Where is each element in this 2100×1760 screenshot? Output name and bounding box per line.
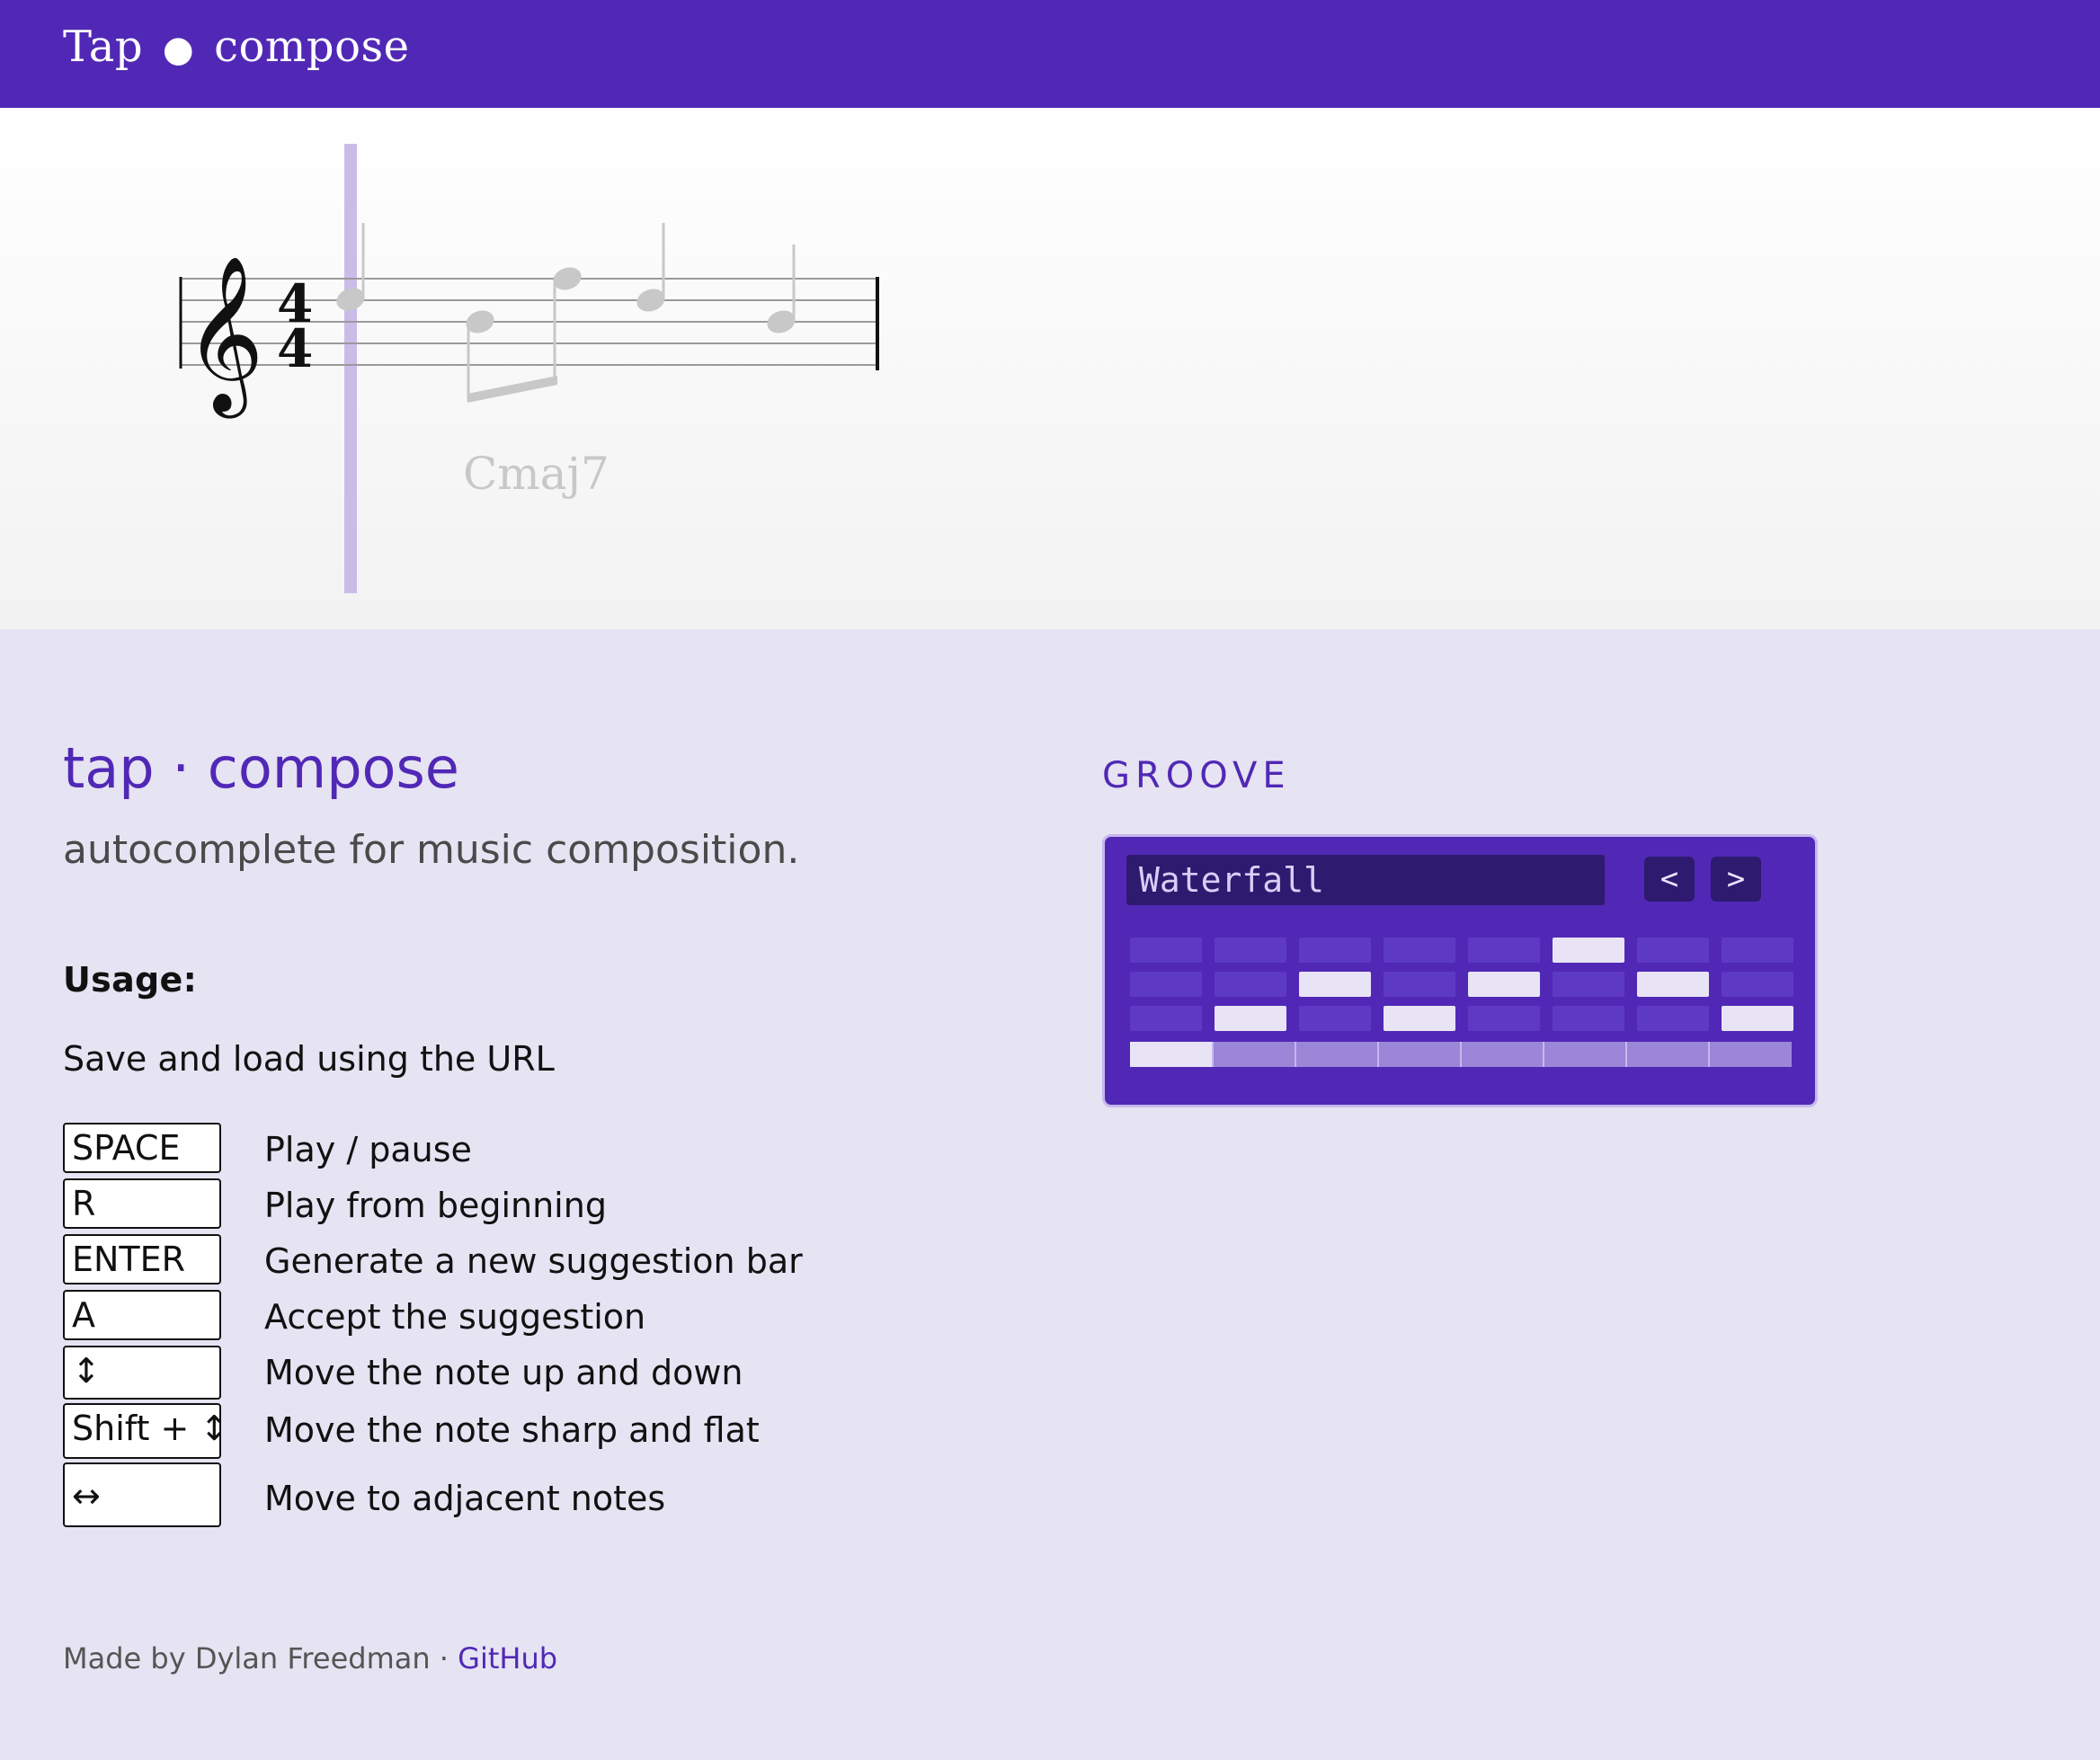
groove-step-off[interactable] bbox=[1215, 972, 1286, 997]
shortcut-desc: Move the note sharp and flat bbox=[264, 1410, 760, 1450]
groove-progress-fill bbox=[1130, 1042, 1213, 1067]
intro: tap · compose autocomplete for music com… bbox=[63, 728, 1007, 879]
groove-heading: GROOVE bbox=[1102, 755, 1291, 796]
groove-step-on[interactable] bbox=[1637, 972, 1709, 997]
time-signature-bottom: 4 bbox=[277, 318, 313, 379]
groove-step-on[interactable] bbox=[1553, 938, 1624, 963]
shortcut-desc: Play / pause bbox=[264, 1130, 472, 1169]
shortcut-desc: Accept the suggestion bbox=[264, 1297, 646, 1337]
groove-step-off[interactable] bbox=[1299, 1006, 1371, 1031]
shortcut-list: SPACE Play / pause R Play from beginning… bbox=[63, 1123, 1007, 1529]
tagline: autocomplete for music composition. bbox=[63, 827, 800, 873]
key-r: R bbox=[63, 1178, 221, 1229]
footer: Made by Dylan Freedman · GitHub bbox=[63, 1641, 557, 1676]
key-space: SPACE bbox=[63, 1123, 221, 1173]
groove-step-off[interactable] bbox=[1722, 938, 1793, 963]
key-a: A bbox=[63, 1290, 221, 1340]
groove-progress-divider bbox=[1377, 1042, 1379, 1067]
groove-step-off[interactable] bbox=[1384, 938, 1455, 963]
groove-progress-divider bbox=[1212, 1042, 1214, 1067]
key-left-right-arrow-icon: ↔ bbox=[63, 1462, 221, 1527]
groove-step-off[interactable] bbox=[1215, 938, 1286, 963]
key-enter: ENTER bbox=[63, 1234, 221, 1284]
key-shift-up-down: Shift + ↕ bbox=[63, 1403, 221, 1459]
suggested-notes[interactable] bbox=[334, 223, 798, 403]
shortcut-row: A Accept the suggestion bbox=[63, 1290, 1007, 1346]
usage-heading: Usage: bbox=[63, 960, 198, 1000]
groove-progress-divider bbox=[1460, 1042, 1462, 1067]
groove-step-off[interactable] bbox=[1130, 938, 1202, 963]
shortcut-row: SPACE Play / pause bbox=[63, 1123, 1007, 1178]
groove-progress-divider bbox=[1295, 1042, 1296, 1067]
shortcut-row: ↔ Move to adjacent notes bbox=[63, 1462, 1007, 1529]
shortcut-desc: Generate a new suggestion bar bbox=[264, 1241, 803, 1281]
groove-step-on[interactable] bbox=[1722, 1006, 1793, 1031]
groove-panel: Waterfall < > bbox=[1102, 834, 1818, 1107]
shortcut-row: ↕ Move the note up and down bbox=[63, 1346, 1007, 1403]
brand-right: compose bbox=[214, 22, 410, 72]
page-title: tap · compose bbox=[63, 735, 459, 801]
shortcut-desc: Move to adjacent notes bbox=[264, 1479, 666, 1518]
shortcut-row: Shift + ↕ Move the note sharp and flat bbox=[63, 1403, 1007, 1462]
groove-step-off[interactable] bbox=[1553, 1006, 1624, 1031]
groove-step-off[interactable] bbox=[1722, 972, 1793, 997]
groove-progress-divider bbox=[1708, 1042, 1710, 1067]
treble-clef-icon: 𝄞 bbox=[184, 255, 264, 419]
beam bbox=[467, 376, 557, 403]
brand-left: Tap bbox=[63, 22, 144, 72]
groove-progress-bar bbox=[1130, 1042, 1792, 1067]
top-bar: Tap ● compose bbox=[0, 0, 2100, 108]
groove-step-off[interactable] bbox=[1299, 938, 1371, 963]
brand-dot-icon: ● bbox=[162, 29, 195, 70]
groove-step-off[interactable] bbox=[1637, 1006, 1709, 1031]
playhead bbox=[344, 144, 357, 593]
groove-progress-divider bbox=[1625, 1042, 1627, 1067]
groove-step-off[interactable] bbox=[1384, 972, 1455, 997]
footer-credit: Made by Dylan Freedman bbox=[63, 1641, 431, 1676]
groove-step-on[interactable] bbox=[1299, 972, 1371, 997]
groove-step-off[interactable] bbox=[1130, 972, 1202, 997]
groove-step-off[interactable] bbox=[1553, 972, 1624, 997]
shortcut-row: R Play from beginning bbox=[63, 1178, 1007, 1234]
app-brand[interactable]: Tap ● compose bbox=[63, 13, 410, 84]
groove-step-on[interactable] bbox=[1215, 1006, 1286, 1031]
footer-sep: · bbox=[439, 1641, 449, 1676]
groove-progress-divider bbox=[1543, 1042, 1544, 1067]
groove-step-off[interactable] bbox=[1637, 938, 1709, 963]
save-load-note: Save and load using the URL bbox=[63, 1039, 555, 1079]
groove-step-off[interactable] bbox=[1130, 1006, 1202, 1031]
score-area[interactable]: 𝄞 4 4 Cmaj7 bbox=[0, 108, 2100, 629]
groove-step-off[interactable] bbox=[1468, 938, 1540, 963]
key-up-down-arrow-icon: ↕ bbox=[63, 1346, 221, 1400]
shortcut-row: ENTER Generate a new suggestion bar bbox=[63, 1234, 1007, 1290]
github-link[interactable]: GitHub bbox=[458, 1641, 557, 1676]
groove-step-off[interactable] bbox=[1468, 1006, 1540, 1031]
shortcut-desc: Play from beginning bbox=[264, 1186, 607, 1225]
shortcut-desc: Move the note up and down bbox=[264, 1353, 743, 1392]
score-staff[interactable]: 𝄞 4 4 bbox=[0, 108, 2100, 629]
groove-step-on[interactable] bbox=[1384, 1006, 1455, 1031]
chord-symbol: Cmaj7 bbox=[463, 448, 610, 500]
groove-step-on[interactable] bbox=[1468, 972, 1540, 997]
